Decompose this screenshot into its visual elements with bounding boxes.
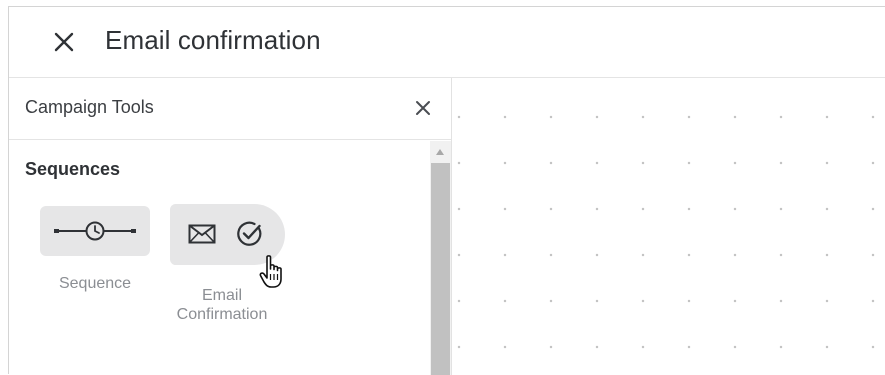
check-circle-icon: [235, 219, 265, 254]
panel-header: Campaign Tools: [9, 78, 451, 140]
sequence-timer-icon: [53, 218, 137, 249]
page-title: Email confirmation: [105, 25, 321, 55]
sequence-tool[interactable]: Sequence: [40, 206, 150, 306]
sequence-tile[interactable]: [40, 206, 150, 256]
panel-scrollbar[interactable]: [430, 141, 451, 375]
envelope-icon: [188, 224, 216, 249]
close-icon[interactable]: [52, 30, 76, 54]
scrollbar-thumb[interactable]: [431, 163, 450, 375]
scroll-up-arrow-icon[interactable]: [436, 149, 444, 155]
top-bar: Email confirmation: [9, 7, 885, 78]
hand-pointer-icon: [258, 254, 290, 290]
section-title-sequences: Sequences: [25, 159, 121, 179]
email-confirmation-label: Email Confirmation: [162, 286, 282, 324]
campaign-tools-panel: Campaign Tools Sequences Sequence Email …: [9, 78, 452, 375]
email-confirmation-label-line-2: Confirmation: [176, 306, 268, 323]
panel-title: Campaign Tools: [25, 97, 154, 117]
campaign-canvas[interactable]: [452, 78, 885, 375]
close-icon[interactable]: [414, 99, 432, 117]
sequence-label: Sequence: [58, 275, 132, 292]
app-window: Email confirmation Campaign Tools Sequen…: [8, 6, 885, 375]
